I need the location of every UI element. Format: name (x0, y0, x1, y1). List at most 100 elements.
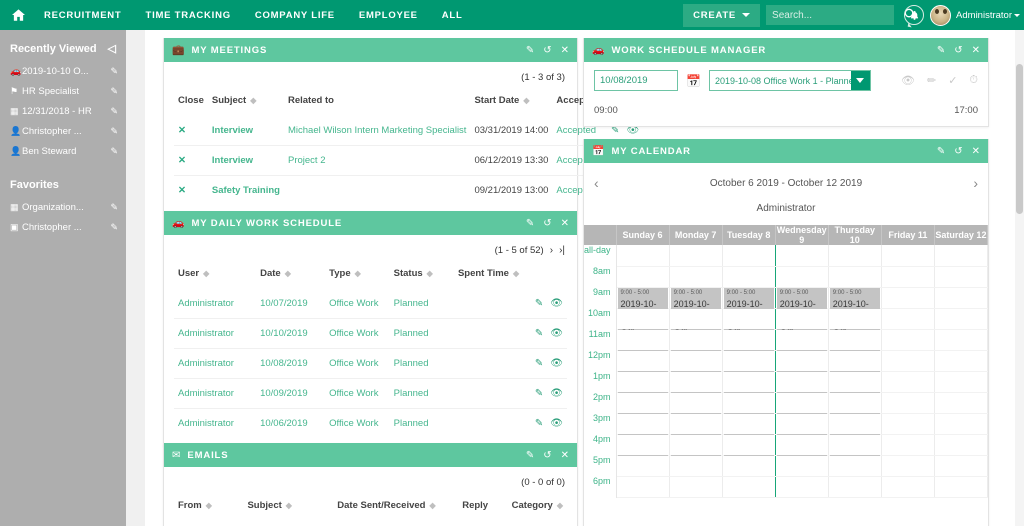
calendar-slot[interactable] (828, 329, 882, 351)
edit-pencil-icon[interactable]: ✎ (535, 328, 543, 339)
calendar-slot[interactable] (616, 371, 670, 393)
close-icon[interactable]: ✕ (972, 45, 980, 56)
column-subject[interactable]: Subject ◆ (243, 496, 333, 521)
column-status[interactable]: Status ◆ (390, 264, 454, 289)
edit-pencil-icon[interactable]: ✎ (110, 202, 118, 213)
schedule-type[interactable]: Office Work (329, 328, 378, 339)
calendar-slot[interactable] (616, 308, 670, 330)
column-spent-time[interactable]: Spent Time ◆ (454, 264, 523, 289)
edit-pencil-icon[interactable]: ✎ (110, 86, 118, 97)
calendar-slot[interactable] (616, 350, 670, 372)
calendar-slot[interactable] (934, 329, 988, 351)
calendar-slot[interactable] (828, 392, 882, 414)
edit-pencil-icon[interactable]: ✎ (110, 222, 118, 233)
calendar-slot[interactable] (775, 455, 829, 477)
close-icon[interactable]: ✕ (561, 450, 569, 461)
sidebar-item-favorite-0[interactable]: ▦ Organization... ✎ (0, 197, 126, 217)
calendar-slot[interactable] (616, 413, 670, 435)
view-eye-icon[interactable]: 👁 (550, 328, 563, 339)
chevron-down-icon[interactable] (850, 71, 870, 90)
calendar-slot[interactable] (616, 476, 670, 498)
calendar-slot[interactable] (934, 308, 988, 330)
column-user[interactable]: User ◆ (174, 264, 256, 289)
table-row[interactable]: Administrator 10/06/2019 Office Work Pla… (174, 409, 567, 439)
calendar-slot[interactable] (934, 371, 988, 393)
calendar-slot[interactable] (934, 266, 988, 288)
eye-icon[interactable]: 👁 (901, 74, 915, 87)
calendar-day-header-saturday[interactable]: Saturday 12 (934, 225, 988, 245)
calendar-slot[interactable] (881, 287, 935, 309)
calendar-slot[interactable] (828, 308, 882, 330)
schedule-user[interactable]: Administrator (178, 388, 234, 399)
notifications-icon[interactable] (904, 5, 925, 25)
calendar-slot[interactable] (775, 413, 829, 435)
calendar-day-header-wednesday[interactable]: Wednesday 9 (775, 225, 829, 245)
column-subject[interactable]: Subject ◆ (208, 91, 284, 116)
edit-pencil-icon[interactable]: ✎ (526, 450, 534, 461)
calendar-slot-today[interactable] (721, 308, 776, 330)
calendar-slot[interactable] (669, 329, 723, 351)
calendar-slot-today[interactable] (721, 371, 776, 393)
calendar-slot[interactable]: 9:00 - 5:00 2019-10-10 Office Work 1 Adm… (828, 287, 882, 460)
edit-pencil-icon[interactable]: ✎ (110, 126, 118, 137)
calendar-slot[interactable] (669, 350, 723, 372)
table-row[interactable]: ✕ Interview Project 2 06/12/2019 13:30 A… (174, 145, 644, 176)
schedule-date[interactable]: 10/08/2019 (260, 358, 308, 369)
schedule-type[interactable]: Office Work (329, 418, 378, 429)
calendar-slot[interactable] (881, 350, 935, 372)
schedule-status[interactable]: Planned (394, 298, 429, 309)
meeting-related-to[interactable]: Michael Wilson Intern Marketing Speciali… (288, 125, 466, 136)
meeting-subject[interactable]: Safety Training (212, 185, 280, 196)
edit-pencil-icon[interactable]: ✎ (110, 106, 118, 117)
calendar-slot-today[interactable] (721, 413, 776, 435)
calendar-slot[interactable] (881, 455, 935, 477)
calendar-slot[interactable] (881, 476, 935, 498)
table-row[interactable]: Administrator 10/09/2019 Office Work Pla… (174, 378, 567, 409)
refresh-icon[interactable]: ↺ (543, 218, 551, 229)
calendar-slot[interactable] (934, 413, 988, 435)
schedule-date[interactable]: 10/07/2019 (260, 298, 308, 309)
calendar-slot[interactable] (828, 455, 882, 477)
calendar-slot[interactable] (828, 476, 882, 498)
meeting-subject[interactable]: Interview (212, 155, 253, 166)
edit-pencil-icon[interactable]: ✎ (535, 298, 543, 309)
collapse-sidebar-icon[interactable]: ◁ (108, 42, 116, 55)
schedule-select[interactable]: 2019-10-08 Office Work 1 - Planned (708, 70, 871, 91)
user-menu-label[interactable]: Administrator (956, 10, 1012, 21)
calendar-day-header-sunday[interactable]: Sunday 6 (616, 225, 670, 245)
close-row-icon[interactable]: ✕ (178, 155, 186, 166)
calendar-next-icon[interactable]: › (962, 175, 978, 191)
calendar-slot[interactable] (775, 245, 829, 267)
edit-pencil-icon[interactable]: ✎ (110, 66, 118, 77)
schedule-type[interactable]: Office Work (329, 388, 378, 399)
calendar-slot[interactable] (775, 350, 829, 372)
calendar-slot[interactable] (934, 392, 988, 414)
column-date[interactable]: Date ◆ (256, 264, 325, 289)
edit-pencil-icon[interactable]: ✎ (535, 418, 543, 429)
calendar-slot[interactable] (934, 350, 988, 372)
calendar-slot[interactable] (775, 392, 829, 414)
calendar-slot-today[interactable] (721, 350, 776, 372)
clock-icon[interactable]: ⏱ (969, 74, 978, 87)
nav-item-recruitment[interactable]: RECRUITMENT (32, 10, 134, 21)
calendar-slot[interactable] (616, 392, 670, 414)
refresh-icon[interactable]: ↺ (543, 450, 551, 461)
nav-item-all[interactable]: ALL (430, 10, 475, 21)
table-row[interactable]: Administrator 10/07/2019 Office Work Pla… (174, 289, 567, 319)
column-start-date[interactable]: Start Date ◆ (470, 91, 552, 116)
calendar-slot[interactable] (934, 287, 988, 309)
calendar-slot[interactable] (669, 245, 723, 267)
sidebar-item-recent-4[interactable]: 👤 Ben Steward ✎ (0, 141, 126, 161)
schedule-user[interactable]: Administrator (178, 358, 234, 369)
meeting-subject[interactable]: Interview (212, 125, 253, 136)
calendar-slot[interactable] (828, 413, 882, 435)
column-from[interactable]: From ◆ (174, 496, 243, 521)
calendar-slot[interactable] (828, 371, 882, 393)
refresh-icon[interactable]: ↺ (954, 45, 962, 56)
schedule-status[interactable]: Planned (394, 358, 429, 369)
calendar-slot[interactable] (934, 455, 988, 477)
view-eye-icon[interactable]: 👁 (550, 418, 563, 429)
calendar-slot[interactable] (881, 245, 935, 267)
check-circle-icon[interactable]: ✓ (948, 74, 957, 87)
nav-item-time-tracking[interactable]: TIME TRACKING (134, 10, 243, 21)
